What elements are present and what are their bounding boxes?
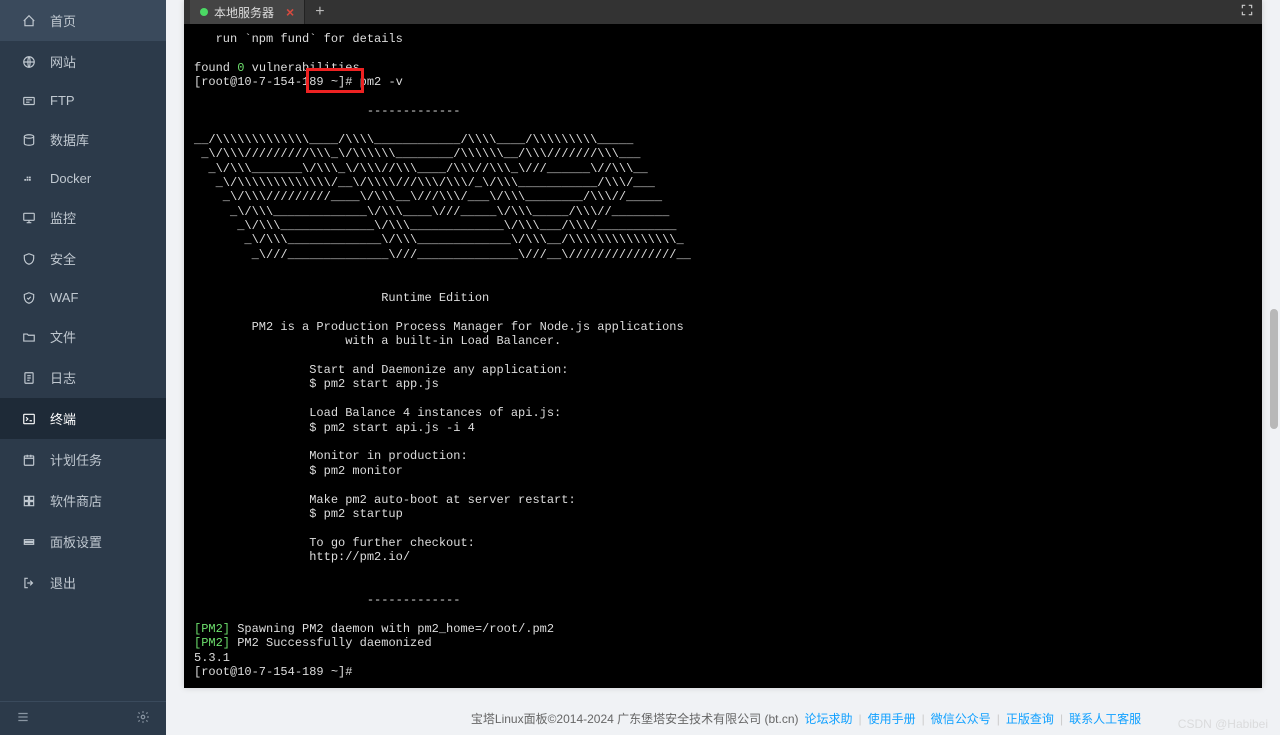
home-icon bbox=[20, 14, 38, 28]
terminal-prompt: [root@10-7-154-189 ~]# bbox=[194, 665, 360, 679]
sidebar-item-docker[interactable]: Docker bbox=[0, 160, 166, 197]
sidebar-item-label: FTP bbox=[50, 93, 75, 108]
folder-icon bbox=[20, 330, 38, 344]
sidebar-item-label: 首页 bbox=[50, 11, 76, 30]
fullscreen-icon[interactable] bbox=[1240, 3, 1254, 22]
terminal-line: Runtime Edition bbox=[194, 291, 489, 305]
terminal-line: Spawning PM2 daemon with pm2_home=/root/… bbox=[230, 622, 554, 636]
terminal-command: pm2 -v bbox=[360, 75, 403, 89]
terminal-line: with a built-in Load Balancer. bbox=[194, 334, 561, 348]
footer-link-support[interactable]: 联系人工客服 bbox=[1069, 710, 1141, 727]
terminal-line: $ pm2 startup bbox=[194, 507, 403, 521]
sidebar-item-label: 安全 bbox=[50, 249, 76, 268]
globe-icon bbox=[20, 55, 38, 69]
footer: 宝塔Linux面板©2014-2024 广东堡塔安全技术有限公司 (bt.cn)… bbox=[350, 710, 1262, 727]
ftp-icon bbox=[20, 94, 38, 108]
sidebar-item-label: 网站 bbox=[50, 52, 76, 71]
terminal-line: ------------- bbox=[194, 593, 460, 607]
close-tab-icon[interactable]: × bbox=[286, 4, 294, 20]
terminal-prompt: [root@10-7-154-189 ~]# bbox=[194, 75, 360, 89]
sidebar: 首页 网站 FTP 数据库 Docker 监控 安全 WAF 文件 日志 终端 … bbox=[0, 0, 166, 735]
terminal-ascii: ------------- __/\\\\\\\\\\\\\____/\\\\_… bbox=[194, 104, 691, 262]
sidebar-item-terminal[interactable]: 终端 bbox=[0, 398, 166, 439]
terminal-text: found bbox=[194, 61, 237, 75]
terminal-line: $ pm2 start app.js bbox=[194, 377, 439, 391]
sidebar-item-website[interactable]: 网站 bbox=[0, 41, 166, 82]
monitor-icon bbox=[20, 211, 38, 225]
footer-link-manual[interactable]: 使用手册 bbox=[868, 710, 916, 727]
sidebar-item-label: 退出 bbox=[50, 573, 76, 592]
add-tab-button[interactable]: + bbox=[305, 3, 334, 21]
sidebar-item-logs[interactable]: 日志 bbox=[0, 357, 166, 398]
sidebar-item-label: 监控 bbox=[50, 208, 76, 227]
terminal-line: PM2 is a Production Process Manager for … bbox=[194, 320, 684, 334]
terminal-line: Start and Daemonize any application: bbox=[194, 363, 568, 377]
terminal-line: Load Balance 4 instances of api.js: bbox=[194, 406, 561, 420]
footer-link-genuine[interactable]: 正版查询 bbox=[1006, 710, 1054, 727]
settings-icon bbox=[20, 535, 38, 549]
shield-icon bbox=[20, 252, 38, 266]
sidebar-item-files[interactable]: 文件 bbox=[0, 316, 166, 357]
tab-label: 本地服务器 bbox=[214, 4, 274, 21]
terminal-tag: [PM2] bbox=[194, 622, 230, 636]
log-icon bbox=[20, 371, 38, 385]
terminal-text: vulnerabilities bbox=[244, 61, 359, 75]
terminal-version: 5.3.1 bbox=[194, 651, 230, 665]
main-area: 本地服务器 × + run `npm fund` for details fou… bbox=[166, 0, 1280, 735]
terminal-line: $ pm2 start api.js -i 4 bbox=[194, 421, 475, 435]
footer-link-wechat[interactable]: 微信公众号 bbox=[931, 710, 991, 727]
sidebar-item-ftp[interactable]: FTP bbox=[0, 82, 166, 119]
terminal-line: run `npm fund` for details bbox=[194, 32, 403, 46]
sidebar-item-label: 数据库 bbox=[50, 130, 89, 149]
docker-icon bbox=[20, 172, 38, 186]
sidebar-item-label: 面板设置 bbox=[50, 532, 102, 551]
database-icon bbox=[20, 133, 38, 147]
sidebar-item-database[interactable]: 数据库 bbox=[0, 119, 166, 160]
gear-icon[interactable] bbox=[136, 710, 150, 727]
terminal-tabbar: 本地服务器 × + bbox=[184, 0, 1262, 24]
footer-link-forum[interactable]: 论坛求助 bbox=[805, 710, 853, 727]
sidebar-item-label: 终端 bbox=[50, 409, 76, 428]
sidebar-item-label: 计划任务 bbox=[50, 450, 102, 469]
sidebar-item-security[interactable]: 安全 bbox=[0, 238, 166, 279]
collapse-icon[interactable] bbox=[16, 710, 30, 727]
sidebar-item-cron[interactable]: 计划任务 bbox=[0, 439, 166, 480]
sidebar-item-monitor[interactable]: 监控 bbox=[0, 197, 166, 238]
page-scrollbar[interactable] bbox=[1268, 0, 1280, 735]
sidebar-item-settings[interactable]: 面板设置 bbox=[0, 521, 166, 562]
terminal-body[interactable]: run `npm fund` for details found 0 vulne… bbox=[184, 24, 1262, 688]
terminal-window: 本地服务器 × + run `npm fund` for details fou… bbox=[184, 0, 1262, 688]
schedule-icon bbox=[20, 453, 38, 467]
sidebar-item-waf[interactable]: WAF bbox=[0, 279, 166, 316]
waf-icon bbox=[20, 291, 38, 305]
terminal-line: $ pm2 monitor bbox=[194, 464, 403, 478]
sidebar-item-label: 日志 bbox=[50, 368, 76, 387]
terminal-tag: [PM2] bbox=[194, 636, 230, 650]
sidebar-item-logout[interactable]: 退出 bbox=[0, 562, 166, 603]
scrollbar-thumb[interactable] bbox=[1270, 309, 1278, 429]
watermark: CSDN @Habibei bbox=[1178, 717, 1268, 731]
sidebar-item-label: Docker bbox=[50, 171, 91, 186]
logout-icon bbox=[20, 576, 38, 590]
sidebar-item-label: 文件 bbox=[50, 327, 76, 346]
status-dot-icon bbox=[200, 8, 208, 16]
sidebar-item-label: 软件商店 bbox=[50, 491, 102, 510]
terminal-line: http://pm2.io/ bbox=[194, 550, 410, 564]
sidebar-item-label: WAF bbox=[50, 290, 78, 305]
sidebar-item-store[interactable]: 软件商店 bbox=[0, 480, 166, 521]
terminal-line: PM2 Successfully daemonized bbox=[230, 636, 432, 650]
terminal-tab-local[interactable]: 本地服务器 × bbox=[190, 0, 305, 24]
sidebar-bottom bbox=[0, 701, 166, 735]
footer-copyright: 宝塔Linux面板©2014-2024 广东堡塔安全技术有限公司 (bt.cn) bbox=[471, 710, 799, 727]
terminal-icon bbox=[20, 412, 38, 426]
terminal-line: Make pm2 auto-boot at server restart: bbox=[194, 493, 576, 507]
terminal-line: To go further checkout: bbox=[194, 536, 475, 550]
sidebar-item-home[interactable]: 首页 bbox=[0, 0, 166, 41]
terminal-line: Monitor in production: bbox=[194, 449, 468, 463]
store-icon bbox=[20, 494, 38, 508]
